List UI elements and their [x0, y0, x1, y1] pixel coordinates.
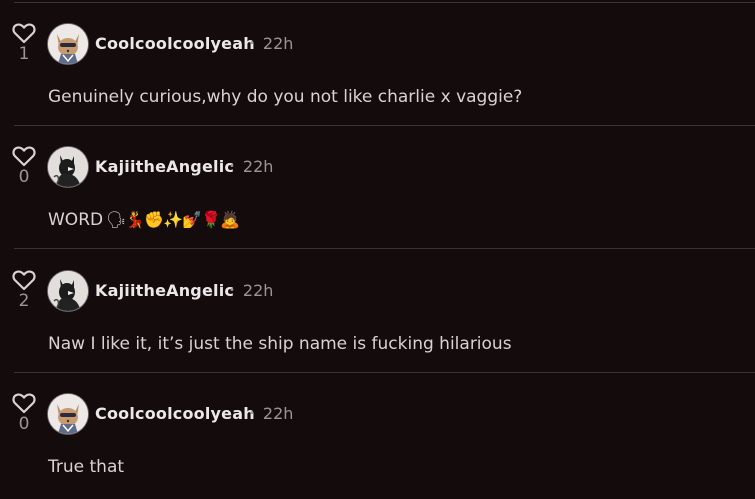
comment-thread: 1 Coolcoolcoolyeah • 22h Genuinely curiou… [0, 0, 755, 499]
time-label: 22h [262, 34, 294, 53]
like-count: 0 [18, 167, 30, 187]
like-count: 1 [18, 44, 30, 64]
comment-text: Naw I like it, it’s just the ship name i… [48, 334, 512, 354]
separator: • [229, 161, 235, 172]
timestamp: • 22h [249, 404, 293, 423]
username[interactable]: Coolcoolcoolyeah [95, 404, 255, 423]
time-label: 22h [262, 404, 294, 423]
dark-figure-avatar-icon [48, 271, 88, 311]
timestamp: • 22h [229, 157, 273, 176]
avatar[interactable] [48, 394, 88, 434]
comment-body: Naw I like it, it’s just the ship name i… [48, 334, 512, 354]
comment-body: WORD [48, 210, 104, 230]
time-label: 22h [242, 281, 274, 300]
timestamp: • 22h [249, 34, 293, 53]
username[interactable]: KajiitheAngelic [95, 281, 234, 300]
separator: • [229, 285, 235, 296]
separator: • [249, 38, 255, 49]
comment-item: 1 Coolcoolcoolyeah • 22h Genuinely curiou… [0, 3, 755, 126]
timestamp: • 22h [229, 281, 273, 300]
fox-avatar-icon [48, 394, 88, 434]
comment-body: True that [48, 457, 125, 477]
dark-figure-avatar-icon [48, 147, 88, 187]
like-count: 2 [18, 291, 30, 311]
like-control[interactable]: 1 [12, 22, 36, 64]
avatar[interactable] [48, 147, 88, 187]
emoji-sequence: 🗣💃✊✨💅🌹🙇 [106, 210, 240, 229]
username[interactable]: KajiitheAngelic [95, 157, 234, 176]
like-control[interactable]: 2 [12, 269, 36, 311]
like-control[interactable]: 0 [12, 145, 36, 187]
heart-icon[interactable] [12, 269, 36, 291]
like-control[interactable]: 0 [12, 392, 36, 434]
username[interactable]: Coolcoolcoolyeah [95, 34, 255, 53]
comment-item: 0 KajiitheAngelic • 22h WORD 🗣💃✊✨💅🌹🙇 [0, 126, 755, 249]
fox-avatar-icon [48, 24, 88, 64]
separator: • [249, 408, 255, 419]
like-count: 0 [18, 414, 30, 434]
divider [14, 248, 755, 249]
avatar[interactable] [48, 24, 88, 64]
heart-icon[interactable] [12, 145, 36, 167]
comment-item: 0 Coolcoolcoolyeah • 22h True that [0, 373, 755, 496]
heart-icon[interactable] [12, 392, 36, 414]
comment-text: Genuinely curious,why do you not like ch… [48, 87, 522, 107]
time-label: 22h [242, 157, 274, 176]
comment-body: Genuinely curious,why do you not like ch… [48, 87, 523, 107]
avatar[interactable] [48, 271, 88, 311]
comment-item: 2 KajiitheAngelic • 22h Naw I like it, it… [0, 250, 755, 373]
heart-icon[interactable] [12, 22, 36, 44]
comment-text: WORD 🗣💃✊✨💅🌹🙇 [48, 210, 240, 230]
comment-text: True that [48, 457, 124, 477]
